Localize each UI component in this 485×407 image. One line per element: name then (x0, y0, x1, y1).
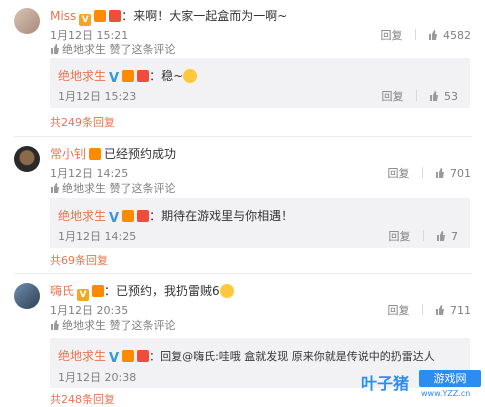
reply-actions: 回复 7 (389, 228, 458, 244)
timestamp: 1月12日 14:25 (50, 167, 129, 180)
reply-actions: 回复 53 (382, 88, 458, 104)
separator (421, 167, 423, 178)
comment-header: Miss V ：来啊！大家一起盒而为一啊~ (50, 8, 287, 26)
medal-icon (137, 70, 150, 82)
like-count[interactable]: 4582 (443, 29, 471, 42)
avatar[interactable] (14, 146, 40, 172)
reply-timestamp: 1月12日 20:38 (58, 371, 137, 384)
comment-actions: 回复 4582 (381, 27, 471, 43)
vip-icon (122, 210, 135, 222)
watermark-logo-text: 叶子猪 (361, 374, 410, 393)
username[interactable]: 常小钊 (50, 147, 86, 161)
reply-button[interactable]: 回复 (382, 90, 404, 103)
site-watermark: 叶子猪 游戏网 www.YZZ.cn (361, 358, 481, 398)
like-icon[interactable] (435, 305, 445, 315)
reply-button[interactable]: 回复 (388, 304, 410, 317)
vip-icon (122, 350, 135, 362)
divider (14, 136, 472, 137)
liked-by-author: 绝地求生 赞了这条评论 (50, 317, 176, 333)
medal-icon (137, 350, 150, 362)
comment-actions: 回复 711 (388, 302, 471, 318)
like-count[interactable]: 53 (444, 90, 458, 103)
like-icon[interactable] (429, 91, 439, 101)
avatar[interactable] (14, 8, 40, 34)
timestamp: 1月12日 20:35 (50, 304, 129, 317)
comment-actions: 回复 701 (388, 165, 471, 181)
vip-icon (89, 148, 102, 160)
liked-by-author: 绝地求生 赞了这条评论 (50, 180, 176, 196)
liked-by-text: 绝地求生 赞了这条评论 (62, 319, 176, 332)
separator (414, 29, 416, 40)
username[interactable]: Miss (50, 9, 76, 23)
thumb-up-icon (51, 44, 59, 54)
laugh-emoji-icon (219, 284, 234, 298)
timestamp: 1月12日 15:21 (50, 29, 129, 42)
medal-icon (137, 210, 150, 222)
reply-header: 绝地求生 V ：稳~ (58, 68, 198, 86)
like-icon[interactable] (435, 168, 445, 178)
liked-by-author: 绝地求生 赞了这条评论 (50, 41, 176, 57)
comment-header: 嗨氏 V ：已预约，我扔雷贼6 (50, 283, 234, 301)
comment-text: ：来啊！大家一起盒而为一啊~ (121, 9, 288, 23)
vip-icon (92, 285, 105, 297)
vip-icon (94, 10, 107, 22)
verified-blue-icon: V (109, 351, 120, 366)
like-count[interactable]: 701 (450, 167, 471, 180)
liked-by-text: 绝地求生 赞了这条评论 (62, 182, 176, 195)
reply-text: ：期待在游戏里与你相遇！ (149, 209, 294, 223)
divider (14, 273, 472, 274)
reply-username[interactable]: 绝地求生 (58, 69, 106, 83)
like-count[interactable]: 7 (451, 230, 458, 243)
thumb-up-icon (51, 183, 59, 193)
like-count[interactable]: 711 (450, 304, 471, 317)
reply-timestamp: 1月12日 14:25 (58, 230, 137, 243)
reply-username[interactable]: 绝地求生 (58, 349, 106, 363)
separator (415, 90, 417, 101)
verified-icon: V (77, 289, 90, 301)
like-icon[interactable] (428, 30, 438, 40)
medal-icon (109, 10, 122, 22)
author-reply: 绝地求生 V ：期待在游戏里与你相遇！ 1月12日 14:25 回复 7 (50, 198, 470, 248)
reply-button[interactable]: 回复 (381, 29, 403, 42)
more-replies-link[interactable]: 共248条回复 (50, 391, 115, 407)
thumb-up-icon (51, 320, 59, 330)
reply-button[interactable]: 回复 (389, 230, 411, 243)
verified-icon: V (79, 14, 92, 26)
separator (421, 304, 423, 315)
comment-text: ：已预约，我扔雷贼6 (104, 284, 220, 298)
verified-blue-icon: V (109, 211, 120, 226)
reply-username[interactable]: 绝地求生 (58, 209, 106, 223)
reply-button[interactable]: 回复 (388, 167, 410, 180)
comment-text: 已经预约成功 (104, 147, 177, 161)
vip-icon (122, 70, 135, 82)
watermark-url: www.YZZ.cn (421, 389, 471, 398)
username[interactable]: 嗨氏 (50, 284, 74, 298)
like-icon[interactable] (436, 231, 446, 241)
grin-emoji-icon (183, 69, 198, 83)
comment-header: 常小钊 已经预约成功 (50, 146, 176, 162)
liked-by-text: 绝地求生 赞了这条评论 (62, 43, 176, 56)
separator (422, 230, 424, 241)
reply-timestamp: 1月12日 15:23 (58, 90, 137, 103)
reply-header: 绝地求生 V ：期待在游戏里与你相遇！ (58, 208, 294, 226)
more-replies-link[interactable]: 共69条回复 (50, 252, 108, 268)
author-reply: 绝地求生 V ：稳~ 1月12日 15:23 回复 53 (50, 58, 470, 108)
avatar[interactable] (14, 283, 40, 309)
verified-blue-icon: V (109, 71, 120, 86)
reply-text: ：稳~ (149, 69, 184, 83)
watermark-tag: 游戏网 (419, 370, 481, 387)
more-replies-link[interactable]: 共249条回复 (50, 114, 115, 130)
